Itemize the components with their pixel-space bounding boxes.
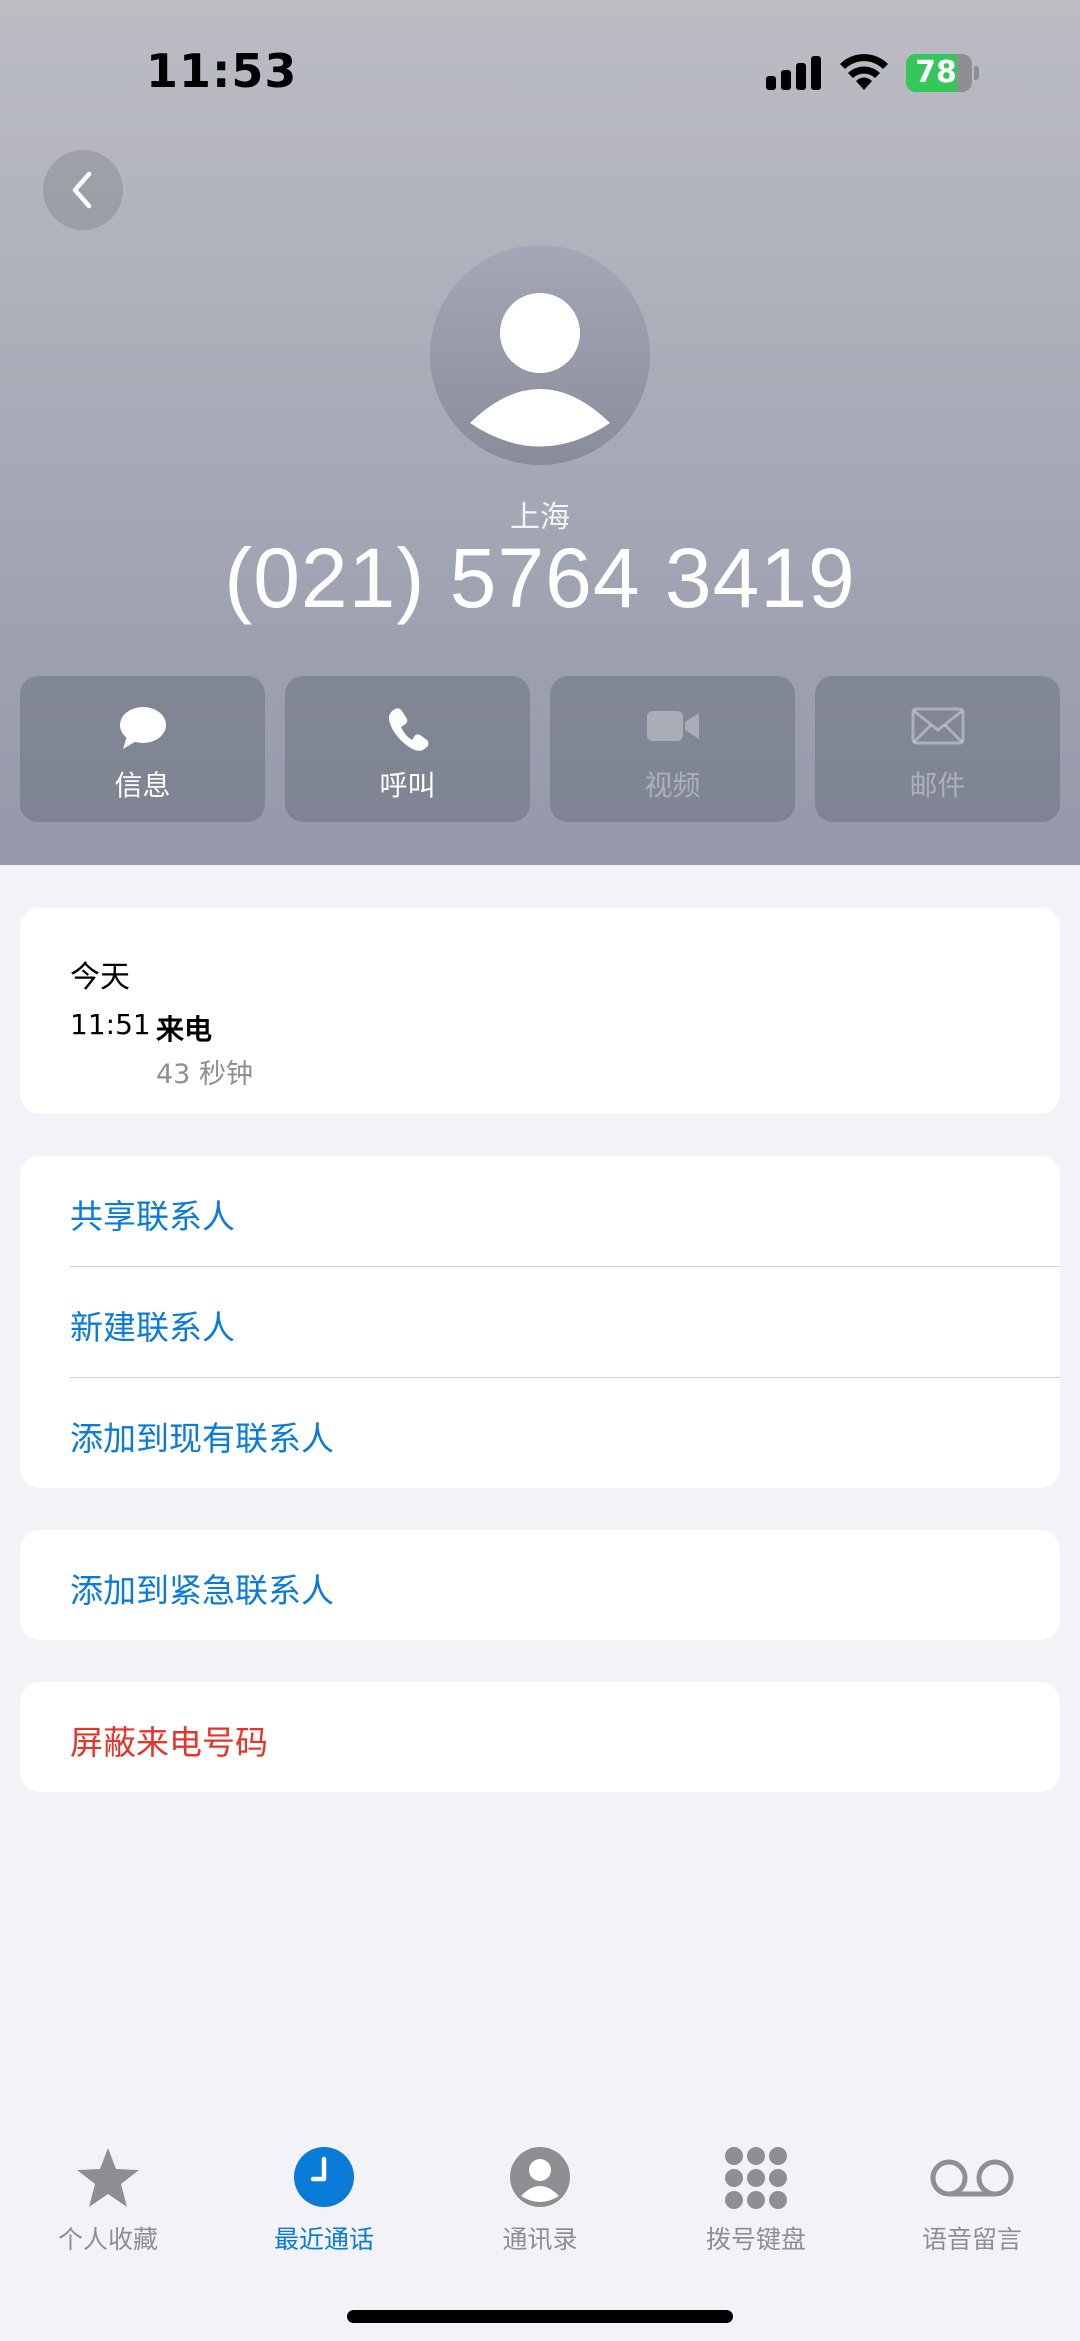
mail-action-button[interactable]: 邮件 xyxy=(815,676,1060,822)
wifi-icon xyxy=(840,54,888,90)
tab-favorites-label: 个人收藏 xyxy=(57,2225,158,2254)
message-icon xyxy=(119,707,166,749)
add-to-existing-contact-label: 添加到现有联系人 xyxy=(70,1419,334,1458)
star-icon xyxy=(77,2148,139,2207)
recent-call-time: 11:51 xyxy=(70,1008,151,1041)
recent-call-type: 来电 xyxy=(156,1013,213,1046)
phone-number: (021) 5764 3419 xyxy=(224,531,856,625)
mail-icon xyxy=(911,707,964,745)
cellular-signal-icon xyxy=(766,56,822,90)
tab-keypad-label: 拨号键盘 xyxy=(705,2225,806,2254)
block-caller-button[interactable]: 屏蔽来电号码 xyxy=(20,1682,1060,1792)
battery-percent: 78 xyxy=(915,55,957,90)
tab-recents[interactable]: 最近通话 xyxy=(216,2130,432,2280)
call-action-button[interactable]: 呼叫 xyxy=(285,676,530,822)
tab-favorites[interactable]: 个人收藏 xyxy=(0,2130,216,2280)
person-silhouette-icon xyxy=(470,293,610,447)
video-icon xyxy=(646,711,699,741)
new-contact-label: 新建联系人 xyxy=(70,1308,235,1347)
recent-call-card: 今天 11:51 来电 43 秒钟 xyxy=(20,908,1060,1114)
back-button[interactable] xyxy=(43,150,123,230)
avatar xyxy=(430,245,650,465)
call-action-label: 呼叫 xyxy=(379,769,436,802)
mail-action-label: 邮件 xyxy=(909,769,966,802)
block-caller-label: 屏蔽来电号码 xyxy=(70,1723,268,1762)
add-emergency-contact-button[interactable]: 添加到紧急联系人 xyxy=(20,1530,1060,1640)
tab-bar: 个人收藏 最近通话 通讯录 拨号键盘 语音留言 xyxy=(0,2130,1080,2280)
tab-contacts-label: 通讯录 xyxy=(502,2225,578,2254)
video-action-button[interactable]: 视频 xyxy=(550,676,795,822)
add-emergency-contact-label: 添加到紧急联系人 xyxy=(70,1571,334,1610)
recent-call-date: 今天 xyxy=(70,960,130,995)
chevron-left-icon xyxy=(72,171,92,209)
tab-recents-label: 最近通话 xyxy=(273,2225,374,2254)
home-indicator[interactable] xyxy=(347,2310,733,2323)
status-time: 11:53 xyxy=(146,44,298,98)
recent-call-duration: 43 秒钟 xyxy=(156,1059,253,1090)
message-action-label: 信息 xyxy=(114,769,171,802)
keypad-icon xyxy=(725,2147,787,2209)
video-action-label: 视频 xyxy=(644,769,701,802)
status-bar: 11:53 78 xyxy=(0,0,1080,140)
share-contact-label: 共享联系人 xyxy=(70,1197,235,1236)
clock-icon xyxy=(294,2147,354,2207)
share-contact-button[interactable]: 共享联系人 xyxy=(20,1156,1060,1266)
message-action-button[interactable]: 信息 xyxy=(20,676,265,822)
tab-voicemail[interactable]: 语音留言 xyxy=(864,2130,1080,2280)
tab-contacts[interactable]: 通讯录 xyxy=(432,2130,648,2280)
phone-icon xyxy=(388,708,428,751)
quick-actions: 信息 呼叫 视频 邮件 xyxy=(20,676,1060,822)
add-to-existing-contact-button[interactable]: 添加到现有联系人 xyxy=(20,1378,1060,1488)
tab-keypad[interactable]: 拨号键盘 xyxy=(648,2130,864,2280)
contact-header: 11:53 78 上海 (021) 5764 3419 信息 呼叫 视频 邮件 xyxy=(0,0,1080,865)
new-contact-button[interactable]: 新建联系人 xyxy=(20,1267,1060,1377)
tab-voicemail-label: 语音留言 xyxy=(921,2225,1022,2254)
contacts-icon xyxy=(510,2147,570,2207)
battery-icon: 78 xyxy=(906,54,979,92)
contact-options-card: 共享联系人 新建联系人 添加到现有联系人 xyxy=(20,1156,1060,1488)
voicemail-icon xyxy=(930,2159,1014,2197)
